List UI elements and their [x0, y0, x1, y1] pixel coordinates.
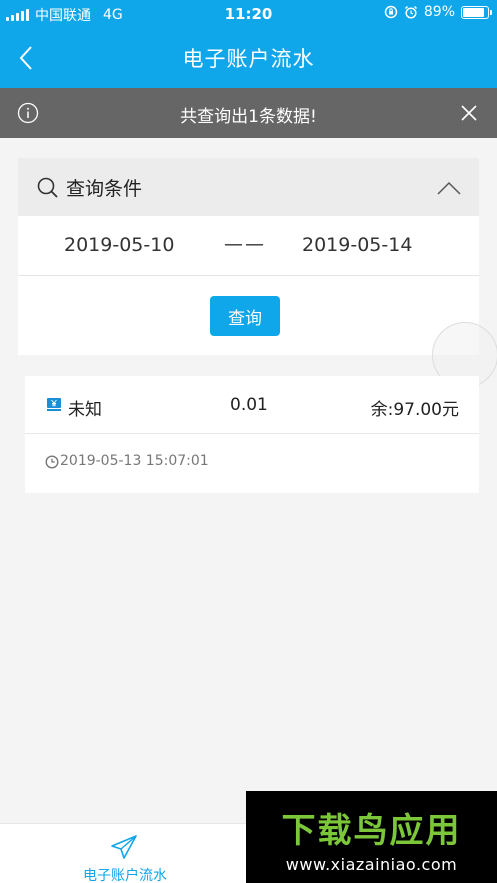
query-title: 查询条件 — [66, 178, 143, 200]
record-type: 未知 — [68, 400, 102, 420]
watermark-url: www.xiazainiao.com — [285, 855, 458, 874]
app-header: 中国联通 4G 11:20 89% 电子账户流水 — [0, 0, 497, 88]
result-notice: 共查询出1条数据! — [0, 88, 497, 138]
nav-bar: 电子账户流水 — [0, 28, 497, 88]
page-title: 电子账户流水 — [182, 47, 315, 71]
tab-account-statement[interactable]: 电子账户流水 — [60, 824, 190, 883]
watermark-title: 下载鸟应用 — [281, 811, 462, 851]
paper-plane-icon — [110, 834, 138, 864]
battery-percent: 89% — [423, 4, 455, 20]
date-range: 2019-05-10 —— 2019-05-14 — [18, 216, 479, 276]
record-amount: 0.01 — [230, 395, 268, 415]
record-balance: 余:97.00元 — [370, 400, 459, 420]
watermark-logo: 下载鸟应用 www.xiazainiao.com — [246, 791, 497, 883]
date-separator: —— — [224, 233, 266, 255]
query-panel: 查询条件 2019-05-10 —— 2019-05-14 查询 — [18, 158, 479, 355]
query-header[interactable]: 查询条件 — [18, 158, 479, 216]
tab-label: 电子账户流水 — [83, 868, 167, 883]
collapse-toggle[interactable] — [437, 180, 461, 196]
search-icon — [36, 176, 60, 204]
record-time-row: 2019-05-13 15:07:01 — [25, 434, 479, 493]
status-bar: 中国联通 4G 11:20 89% — [0, 0, 497, 28]
close-icon — [461, 105, 477, 121]
battery-icon — [461, 5, 492, 19]
notice-text: 共查询出1条数据! — [180, 107, 317, 127]
rotation-lock-icon — [384, 5, 398, 19]
query-button[interactable]: 查询 — [210, 296, 280, 336]
record-summary-row: 未知 0.01 余:97.00元 — [25, 376, 479, 434]
record-time: 2019-05-13 15:07:01 — [60, 453, 209, 469]
alarm-icon — [404, 5, 417, 19]
yen-card-icon — [46, 397, 62, 416]
start-date-picker[interactable]: 2019-05-10 — [64, 234, 174, 256]
chevron-up-icon — [437, 181, 461, 195]
status-right: 89% — [384, 4, 492, 20]
notice-close-button[interactable] — [457, 100, 481, 126]
end-date-picker[interactable]: 2019-05-14 — [302, 234, 412, 256]
clock-icon — [45, 454, 59, 473]
transaction-record[interactable]: 未知 0.01 余:97.00元 2019-05-13 15:07:01 — [25, 376, 479, 493]
